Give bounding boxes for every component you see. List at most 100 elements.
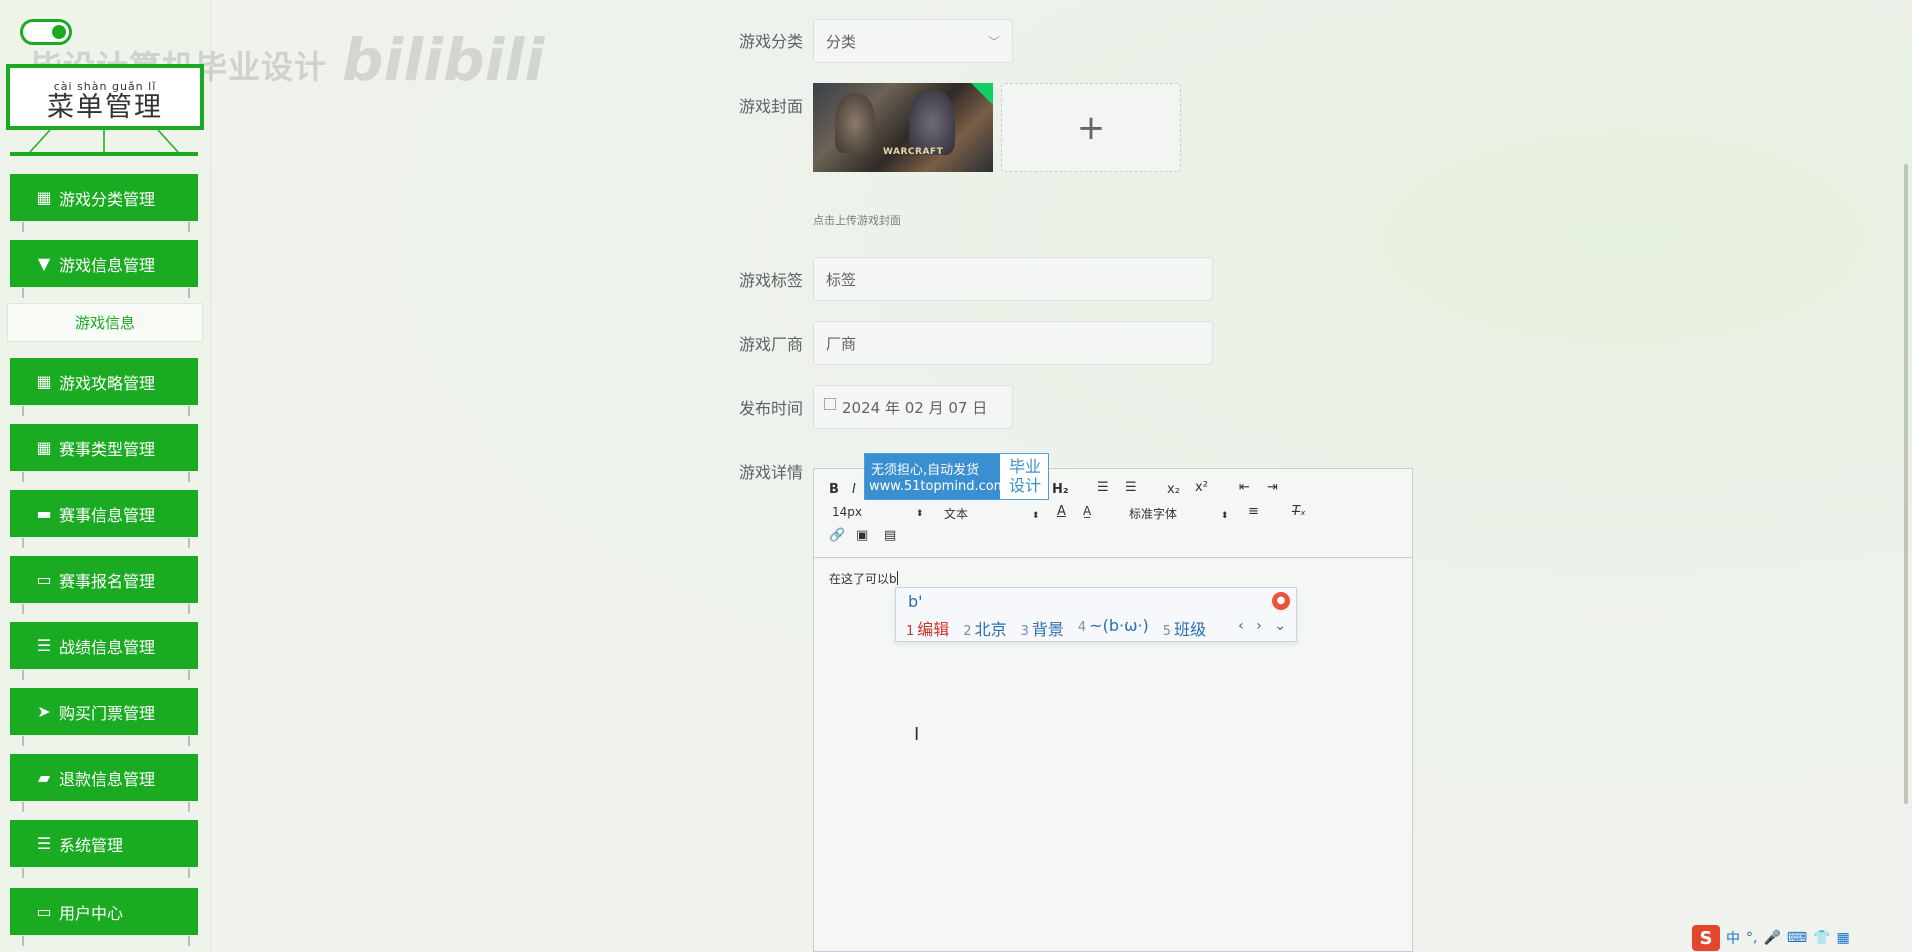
clear-format-icon[interactable]: T̶ₓ [1292, 504, 1306, 519]
punctuation-icon[interactable]: °, [1746, 930, 1757, 946]
watermark-logo: bilibili [342, 26, 545, 94]
keyboard-icon[interactable]: ⌨ [1787, 930, 1807, 946]
ime-candidate-text: 北京 [974, 620, 1007, 639]
category-select[interactable]: 分类 ﹀ [813, 19, 1013, 63]
ime-candidate-window: b' ● 1 编辑 2 北京 3 背景 4 ~(b·ω·) 5 班级 ‹ › ⌄ [895, 587, 1297, 642]
cover-label: 游戏封面 [739, 97, 804, 116]
monitor-icon: ▭ [36, 570, 52, 589]
tag-input-placeholder: 标签 [826, 270, 857, 289]
font-size-select[interactable]: 14px ⬍ [832, 505, 923, 519]
sign-hanger-lines [10, 130, 198, 156]
upload-plus-button[interactable]: + [1001, 83, 1181, 172]
cover-image-logo: WARCRAFT [883, 147, 944, 157]
text-color-icon[interactable]: A [1057, 504, 1066, 519]
sidebar-item-10[interactable]: ▭ 用户中心 [10, 888, 198, 935]
subscript-button[interactable]: x₂ [1167, 482, 1180, 497]
toolbox-icon[interactable]: ▦ [1837, 930, 1850, 946]
vendor-input-placeholder: 厂商 [826, 334, 857, 353]
sidebar-subitem-game-info[interactable]: 游戏信息 [7, 303, 203, 342]
sidebar-item-3[interactable]: ▦ 赛事类型管理 [10, 424, 198, 471]
ime-candidate-text: 编辑 [917, 620, 950, 639]
ad-line-1: 无须担心,自动发货 [871, 463, 980, 478]
outdent-icon[interactable]: ⇤ [1239, 480, 1250, 495]
sidebar-item-2[interactable]: ▦ 游戏攻略管理 [10, 358, 198, 405]
align-icon[interactable]: ≡ [1248, 504, 1259, 519]
sidebar-item-label: 游戏攻略管理 [59, 373, 156, 393]
send-icon: ➤ [37, 702, 51, 721]
ime-candidate[interactable]: 2 北京 [963, 616, 1006, 640]
upload-success-badge [971, 83, 993, 105]
ime-candidate[interactable]: 1 编辑 [906, 616, 949, 640]
skin-icon[interactable]: 👕 [1813, 930, 1830, 946]
ime-candidate-number: 1 [906, 624, 915, 639]
superscript-button[interactable]: x² [1195, 480, 1208, 495]
menu-connector [22, 472, 190, 482]
calendar-icon [824, 398, 836, 410]
ordered-list-icon[interactable]: ☰ [1097, 480, 1109, 495]
system-tray: S 中 °, 🎤 ⌨ 👕 ▦ [1692, 924, 1850, 952]
ime-candidate[interactable]: 5 班级 [1163, 616, 1206, 640]
sidebar-item-5[interactable]: ▭ 赛事报名管理 [10, 556, 198, 603]
select-arrows-icon: ⬍ [1031, 511, 1040, 521]
bullet-list-icon[interactable]: ☰ [1125, 480, 1137, 495]
sidebar-item-1[interactable]: ▼ 游戏信息管理 [10, 240, 198, 287]
font-family-value: 标准字体 [1129, 507, 1178, 521]
sidebar-item-6[interactable]: ☰ 战绩信息管理 [10, 622, 198, 669]
select-arrows-icon: ⬍ [915, 509, 924, 519]
page-scrollbar[interactable] [1904, 164, 1908, 804]
tag-label: 游戏标签 [739, 271, 804, 290]
ime-candidate-number: 3 [1020, 624, 1029, 639]
vendor-input[interactable]: 厂商 [813, 321, 1213, 365]
ime-candidate-number: 2 [963, 624, 972, 639]
editor-content-text: 在这了可以b [829, 572, 897, 586]
ime-page-nav[interactable]: ‹ › ⌄ [1238, 618, 1290, 634]
category-label: 游戏分类 [739, 32, 804, 51]
cover-image[interactable]: WARCRAFT [813, 83, 993, 172]
video-icon[interactable]: ▤ [884, 528, 896, 543]
menu-connector [22, 736, 190, 746]
menu-connector [22, 936, 190, 946]
menu-title-sign: cài shàn guǎn lǐ 菜单管理 [6, 64, 204, 130]
heading2-button[interactable]: H₂ [1052, 482, 1069, 497]
image-icon[interactable]: ▣ [856, 528, 868, 543]
sidebar-item-9[interactable]: ☰ 系统管理 [10, 820, 198, 867]
cover-hint: 点击上传游戏封面 [813, 214, 901, 227]
date-picker[interactable]: 2024 年 02 月 07 日 [813, 385, 1013, 429]
sidebar-item-4[interactable]: ▬ 赛事信息管理 [10, 490, 198, 537]
sidebar-item-0[interactable]: ▦ 游戏分类管理 [10, 174, 198, 221]
menu-connector [22, 406, 190, 416]
link-icon[interactable]: 🔗 [829, 528, 845, 543]
sidebar-item-7[interactable]: ➤ 购买门票管理 [10, 688, 198, 735]
sidebar-item-label: 赛事信息管理 [59, 505, 156, 525]
tag-input[interactable]: 标签 [813, 257, 1213, 301]
ibeam-cursor-icon: I [914, 724, 920, 745]
indent-icon[interactable]: ⇥ [1267, 480, 1278, 495]
rich-text-editor[interactable]: B I H₂ ☰ ☰ x₂ x² ⇤ ⇥ 14px ⬍ 文本 ⬍ A A̲ 标准… [813, 468, 1413, 952]
ime-skin-icon[interactable]: ● [1272, 592, 1290, 610]
ime-input-text: b' [908, 592, 923, 611]
microphone-icon[interactable]: 🎤 [1763, 930, 1780, 946]
ime-candidate-text: ~(b·ω·) [1089, 616, 1149, 635]
font-size-value: 14px [832, 505, 862, 519]
background-color-icon[interactable]: A̲ [1083, 504, 1091, 518]
ad-overlay[interactable]: 无须担心,自动发货 www.51topmind.com 毕业设计 [864, 453, 1049, 500]
ime-candidate-number: 4 [1077, 620, 1087, 635]
ticket-icon: ▰ [37, 768, 51, 787]
card-icon: ▭ [36, 902, 52, 921]
sogou-ime-icon[interactable]: S [1692, 925, 1720, 951]
ime-candidate-list: 1 编辑 2 北京 3 背景 4 ~(b·ω·) 5 班级 [906, 616, 1220, 640]
category-select-value: 分类 [826, 32, 857, 51]
ime-candidate[interactable]: 4 ~(b·ω·) [1078, 616, 1149, 640]
menu-connector [22, 538, 190, 548]
ime-lang-indicator[interactable]: 中 [1726, 928, 1740, 948]
font-family-select[interactable]: 标准字体 ⬍ [1129, 505, 1228, 522]
block-format-select[interactable]: 文本 ⬍ [944, 505, 1039, 522]
bold-button[interactable]: B [829, 482, 839, 497]
list-icon: ☰ [36, 834, 52, 853]
menu-connector [22, 288, 190, 298]
italic-button[interactable]: I [852, 482, 856, 497]
editor-content[interactable]: 在这了可以b [829, 570, 898, 587]
sidebar-item-8[interactable]: ▰ 退款信息管理 [10, 754, 198, 801]
ime-candidate-text: 背景 [1031, 620, 1064, 639]
ime-candidate[interactable]: 3 背景 [1021, 616, 1064, 640]
